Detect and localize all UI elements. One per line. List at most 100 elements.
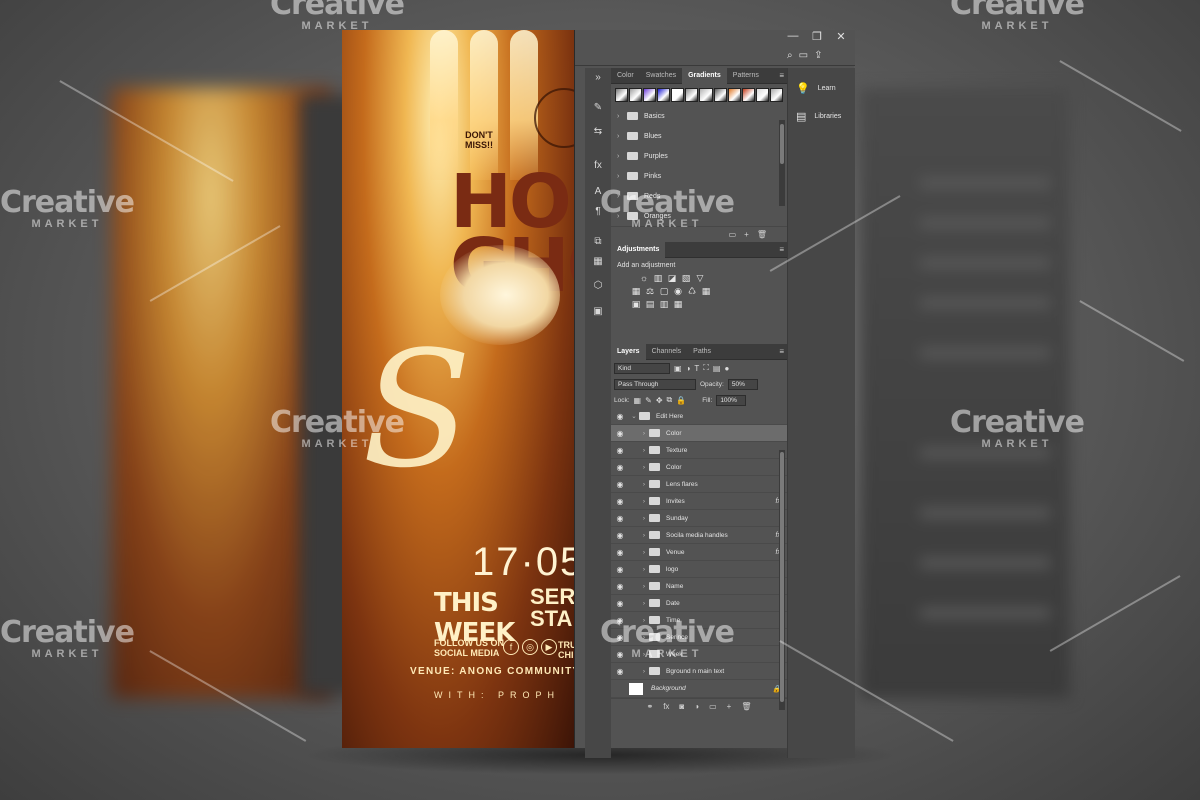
delete-icon[interactable]: 🗑 xyxy=(757,230,767,239)
visibility-eye-icon[interactable]: ◉ xyxy=(611,599,629,608)
adjustment-icon[interactable]: ▥ xyxy=(653,273,663,283)
dock-libraries[interactable]: ▤ Libraries xyxy=(796,110,841,123)
minimize-icon[interactable]: — xyxy=(785,30,801,43)
gradient-swatch[interactable] xyxy=(671,88,685,102)
new-gradient-icon[interactable]: + xyxy=(744,230,749,239)
layer-row[interactable]: ◉ › Color xyxy=(611,459,787,476)
lock-position-icon[interactable]: ✥ xyxy=(656,396,663,405)
visibility-eye-icon[interactable]: ◉ xyxy=(611,616,629,625)
layer-row[interactable]: ◉ › Lens flares xyxy=(611,476,787,493)
group-icon[interactable]: ▭ xyxy=(709,702,717,711)
layer-group-edit-here[interactable]: ◉ ⌄ Edit Here xyxy=(611,408,787,425)
tab-adjustments[interactable]: Adjustments xyxy=(611,241,666,258)
chevron-right-icon[interactable]: › xyxy=(639,617,649,624)
opacity-input[interactable]: 50% xyxy=(727,378,758,390)
visibility-eye-icon[interactable]: ◉ xyxy=(611,429,629,438)
adjustment-icon[interactable]: ⚖ xyxy=(645,286,655,296)
timeline-icon[interactable]: ▣ xyxy=(589,306,607,322)
gradient-folder[interactable]: › Blues xyxy=(611,126,787,146)
gradient-swatch[interactable] xyxy=(629,88,643,102)
tab-layers[interactable]: Layers xyxy=(611,343,646,360)
visibility-eye-icon[interactable]: ◉ xyxy=(611,463,629,472)
artboard-icon[interactable]: ⧉ xyxy=(667,395,673,405)
image-filter-icon[interactable]: ▣ xyxy=(674,364,682,373)
gradient-swatch[interactable] xyxy=(615,88,629,102)
adjustment-layer-icon[interactable]: ◑ xyxy=(694,702,699,711)
panel-menu-icon[interactable]: ≡ xyxy=(779,245,787,254)
chevron-right-icon[interactable]: › xyxy=(639,515,649,522)
panel-menu-icon[interactable]: ≡ xyxy=(779,347,787,356)
tab-paths[interactable]: Paths xyxy=(687,344,717,360)
adjustment-icon[interactable]: ▽ xyxy=(695,273,705,283)
layer-row[interactable]: ◉ › Texture xyxy=(611,442,787,459)
chevron-down-icon[interactable]: ⌄ xyxy=(629,412,639,420)
layers-scrollbar[interactable] xyxy=(779,450,785,710)
tab-patterns[interactable]: Patterns xyxy=(727,68,765,84)
chevron-right-icon[interactable]: › xyxy=(639,549,649,556)
gradient-folder[interactable]: › Purples xyxy=(611,146,787,166)
collapse-icon[interactable]: » xyxy=(589,72,607,88)
layer-row[interactable]: ◉ › Bground n main text xyxy=(611,663,787,680)
panel-menu-icon[interactable]: ≡ xyxy=(779,71,787,80)
lock-transparent-icon[interactable]: ▦ xyxy=(634,396,642,405)
type-icon[interactable]: A xyxy=(589,186,607,202)
gradient-swatch[interactable] xyxy=(727,88,741,102)
adjustment-icon[interactable]: ▦ xyxy=(673,299,683,309)
gradient-folder[interactable]: › Pinks xyxy=(611,166,787,186)
adjustment-icon[interactable]: ▣ xyxy=(631,299,641,309)
layer-row[interactable]: ◉ › Time xyxy=(611,612,787,629)
gradient-swatch[interactable] xyxy=(755,88,769,102)
chevron-right-icon[interactable]: › xyxy=(639,464,649,471)
adjustment-icon[interactable]: ▦ xyxy=(631,286,641,296)
clone-icon[interactable]: ⧉ xyxy=(589,236,607,252)
visibility-eye-icon[interactable]: ◉ xyxy=(611,514,629,523)
smart-object-filter-icon[interactable]: ▤ xyxy=(713,364,721,373)
tab-swatches[interactable]: Swatches xyxy=(640,68,682,84)
visibility-eye-icon[interactable]: ◉ xyxy=(611,650,629,659)
gradient-swatch[interactable] xyxy=(713,88,727,102)
layer-row[interactable]: ◉ › logo xyxy=(611,561,787,578)
adjustment-icon[interactable]: ☼ xyxy=(639,273,649,283)
trash-icon[interactable]: 🗑 xyxy=(741,702,751,711)
chevron-right-icon[interactable]: › xyxy=(617,133,627,140)
layer-background[interactable]: Background 🔒 xyxy=(611,680,787,698)
gradient-swatch[interactable] xyxy=(699,88,713,102)
chevron-right-icon[interactable]: › xyxy=(639,668,649,675)
chevron-right-icon[interactable]: › xyxy=(639,447,649,454)
tab-color[interactable]: Color xyxy=(611,68,640,84)
layers-comp-icon[interactable]: ▦ xyxy=(589,256,607,272)
layer-row[interactable]: ◉ › Date xyxy=(611,595,787,612)
layer-row[interactable]: ◉›Socila media handlesfx xyxy=(611,527,787,544)
chevron-right-icon[interactable]: › xyxy=(617,213,627,220)
tab-channels[interactable]: Channels xyxy=(646,344,688,360)
tab-gradients[interactable]: Gradients xyxy=(682,67,727,84)
fill-input[interactable]: 100% xyxy=(716,394,747,406)
chevron-right-icon[interactable]: › xyxy=(639,634,649,641)
chevron-right-icon[interactable]: › xyxy=(639,583,649,590)
dock-learn[interactable]: 💡 Learn xyxy=(796,82,836,95)
restore-icon[interactable]: ❐ xyxy=(809,30,825,43)
gradient-swatch[interactable] xyxy=(657,88,671,102)
kind-filter-select[interactable]: Kind xyxy=(614,362,670,374)
chevron-right-icon[interactable]: › xyxy=(639,532,649,539)
layer-row[interactable]: ◉›Invitesfx xyxy=(611,493,787,510)
layer-row[interactable]: ◉ › Serince xyxy=(611,629,787,646)
gradient-swatch[interactable] xyxy=(685,88,699,102)
visibility-eye-icon[interactable]: ◉ xyxy=(611,412,629,421)
layer-row[interactable]: ◉ › Color xyxy=(611,425,787,442)
visibility-eye-icon[interactable]: ◉ xyxy=(611,582,629,591)
layer-row[interactable]: ◉ › Sunday xyxy=(611,510,787,527)
blend-mode-select[interactable]: Pass Through xyxy=(614,378,696,390)
adjustment-icon[interactable]: ▥ xyxy=(659,299,669,309)
adjustment-icon[interactable]: ◉ xyxy=(673,286,683,296)
layer-row[interactable]: ◉ › Name xyxy=(611,578,787,595)
gradient-swatch[interactable] xyxy=(769,88,783,102)
chevron-right-icon[interactable]: › xyxy=(617,193,627,200)
visibility-eye-icon[interactable]: ◉ xyxy=(611,497,629,506)
chevron-right-icon[interactable]: › xyxy=(617,153,627,160)
gradient-swatch[interactable] xyxy=(643,88,657,102)
chevron-right-icon[interactable]: › xyxy=(639,430,649,437)
new-folder-icon[interactable]: ▭ xyxy=(729,230,737,239)
visibility-eye-icon[interactable]: ◉ xyxy=(611,633,629,642)
shape-filter-icon[interactable]: ⛶ xyxy=(703,363,709,373)
